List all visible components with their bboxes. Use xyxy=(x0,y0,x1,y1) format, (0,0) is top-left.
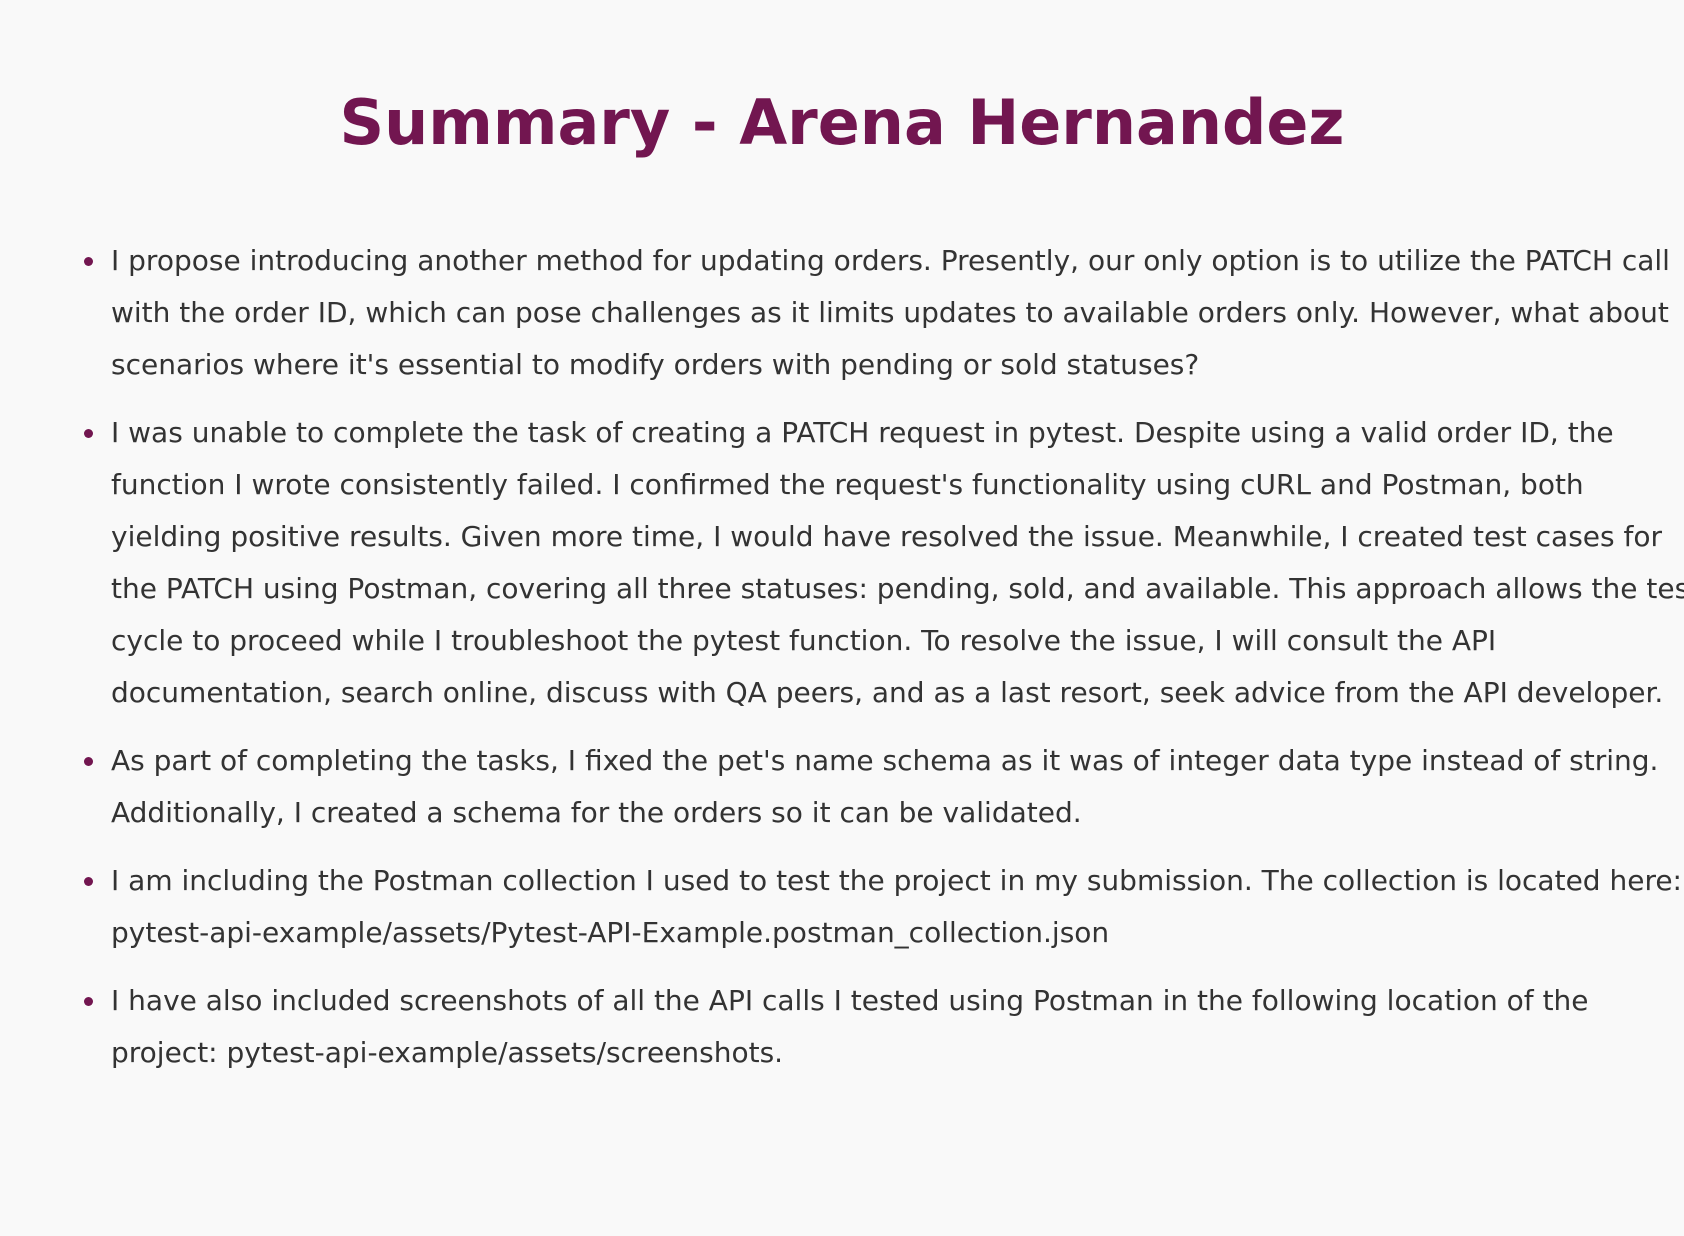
bullet-icon xyxy=(84,429,93,438)
bullet-icon xyxy=(84,877,93,886)
list-item-text: I am including the Postman collection I … xyxy=(111,864,1682,949)
list-item: I have also included screenshots of all … xyxy=(84,975,1684,1079)
list-item: As part of completing the tasks, I fixed… xyxy=(84,735,1684,839)
list-item: I was unable to complete the task of cre… xyxy=(84,407,1684,719)
list-item-text: I propose introducing another method for… xyxy=(111,244,1670,381)
summary-list: I propose introducing another method for… xyxy=(80,235,1684,1095)
list-item: I propose introducing another method for… xyxy=(84,235,1684,391)
bullet-icon xyxy=(84,997,93,1006)
bullet-icon xyxy=(84,757,93,766)
list-item-text: As part of completing the tasks, I fixed… xyxy=(111,744,1659,829)
summary-page: Summary - Arena Hernandez I propose intr… xyxy=(0,0,1684,1236)
list-item-text: I was unable to complete the task of cre… xyxy=(111,416,1684,709)
bullet-icon xyxy=(84,257,93,266)
page-title: Summary - Arena Hernandez xyxy=(339,86,1345,159)
list-item-text: I have also included screenshots of all … xyxy=(111,984,1589,1069)
list-item: I am including the Postman collection I … xyxy=(84,855,1684,959)
